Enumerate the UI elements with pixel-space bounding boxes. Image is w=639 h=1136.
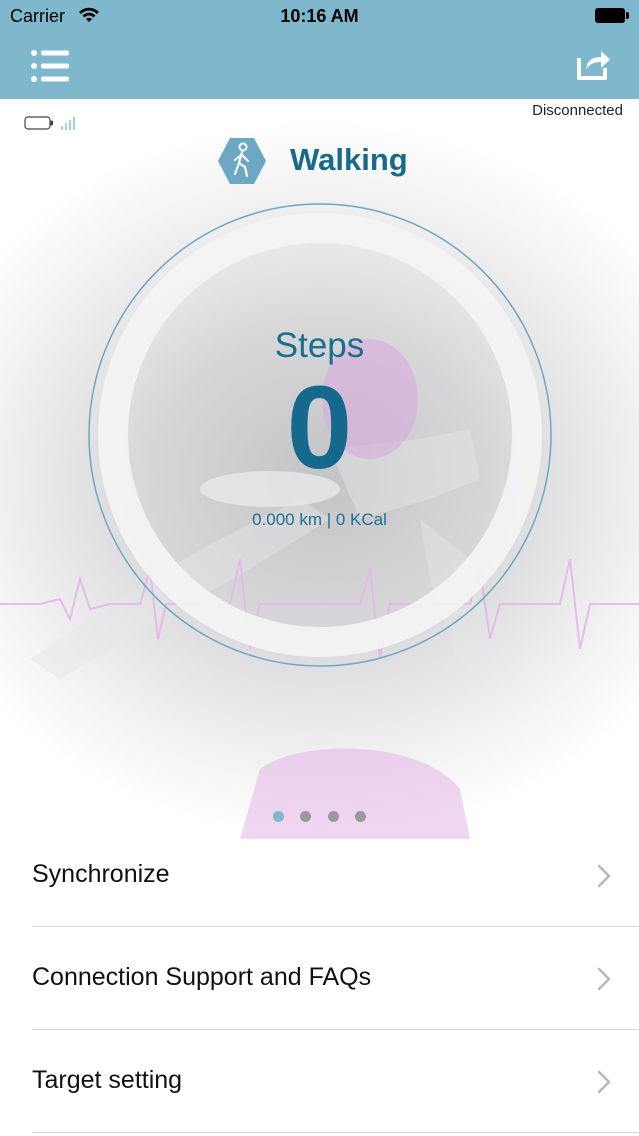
list-menu-icon[interactable] [28,48,72,84]
distance-calories: 0.000 km | 0 KCal [252,510,387,529]
steps-label: Steps [274,326,365,365]
connection-status: Disconnected [532,102,623,119]
clock: 10:16 AM [280,6,359,26]
page-dot[interactable] [300,811,312,822]
menu-item-connection-support[interactable]: Connection Support and FAQs [0,927,639,1030]
menu-item-synchronize[interactable]: Synchronize [0,824,639,927]
chevron-right-icon [597,1070,611,1094]
signal-strength-icon [61,117,75,130]
chevron-right-icon [597,967,611,991]
menu-item-label: Synchronize [32,860,170,888]
phone-battery-icon [595,8,629,23]
share-icon[interactable] [575,46,611,82]
page-dot[interactable] [327,811,339,822]
page-dot[interactable] [272,811,284,822]
activity-selector[interactable]: Walking [218,136,438,186]
menu-list: Synchronize Connection Support and FAQs … [0,824,639,1133]
walking-person-icon [218,138,266,184]
steps-value: 0 [286,362,353,494]
menu-item-target-setting[interactable]: Target setting [0,1030,639,1133]
page-dot[interactable] [355,811,367,822]
menu-item-label: Target setting [32,1066,183,1094]
device-battery-icon [24,116,53,130]
chevron-right-icon [597,864,611,888]
activity-title: Walking [290,142,408,177]
divider [32,1132,639,1133]
nav-bar [0,34,639,99]
status-bar: Carrier 10:16 AM [0,0,639,34]
menu-item-label: Connection Support and FAQs [32,963,372,991]
